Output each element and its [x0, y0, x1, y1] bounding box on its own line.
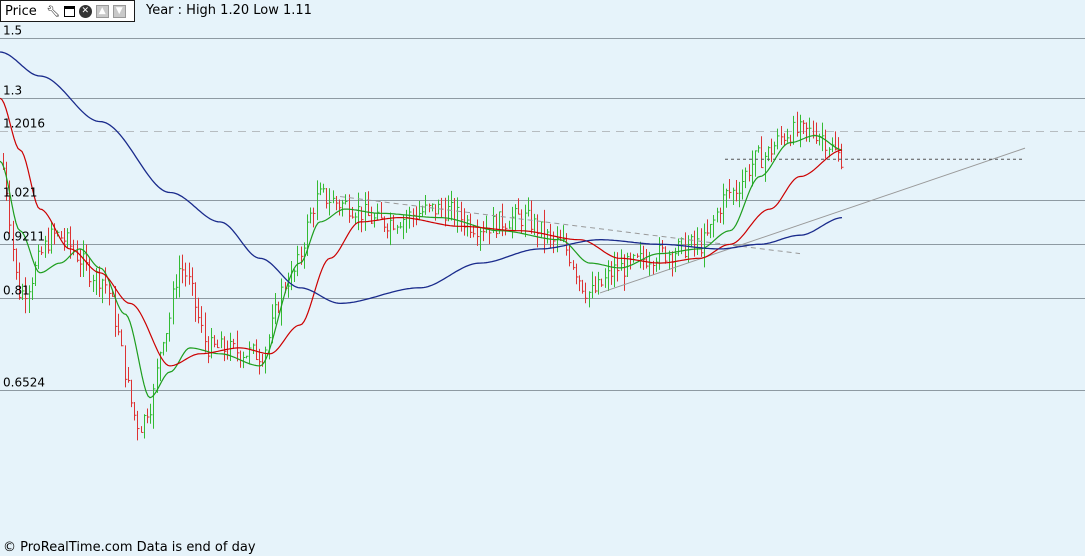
y-tick-label-6: 0.6524 — [3, 376, 45, 390]
trendlines — [339, 147, 1026, 294]
wrench-icon[interactable]: 🔧︎ — [46, 5, 60, 18]
close-icon[interactable]: ✕ — [78, 4, 92, 18]
year-high-low-info: Year : High 1.20 Low 1.11 — [146, 3, 312, 18]
moving-averages — [0, 51, 843, 399]
chart-header: Price 🔧︎ ✕ ▲ ▼ — [0, 0, 135, 22]
window-icon[interactable] — [63, 5, 75, 17]
moving-average-ma-long — [0, 51, 843, 305]
y-tick-label-2: 1.2016 — [3, 117, 45, 131]
y-tick-label-3: 1.021 — [3, 186, 37, 200]
grid-layer — [0, 38, 1085, 391]
y-tick-label-4: 0.9211 — [3, 230, 45, 244]
trendline-solid — [599, 147, 1026, 294]
y-tick-label-0: 1.5 — [3, 24, 22, 38]
moving-average-ma-short — [0, 135, 843, 399]
moving-average-ma-mid — [0, 97, 843, 367]
y-tick-label-1: 1.3 — [3, 84, 22, 98]
footer-credit: © ProRealTime.com Data is end of day — [3, 540, 256, 555]
price-chart: 1.5 1.3 1.2016 1.021 0.9211 0.81 0.6524 Price … — [0, 0, 1085, 556]
price-bars — [3, 111, 844, 441]
chart-plot-area: 1.5 1.3 1.2016 1.021 0.9211 0.81 0.6524 — [0, 24, 1085, 441]
y-tick-label-5: 0.81 — [3, 284, 30, 298]
chart-title: Price — [5, 3, 37, 19]
arrow-down-icon[interactable]: ▼ — [112, 4, 126, 18]
arrow-up-icon[interactable]: ▲ — [95, 4, 109, 18]
